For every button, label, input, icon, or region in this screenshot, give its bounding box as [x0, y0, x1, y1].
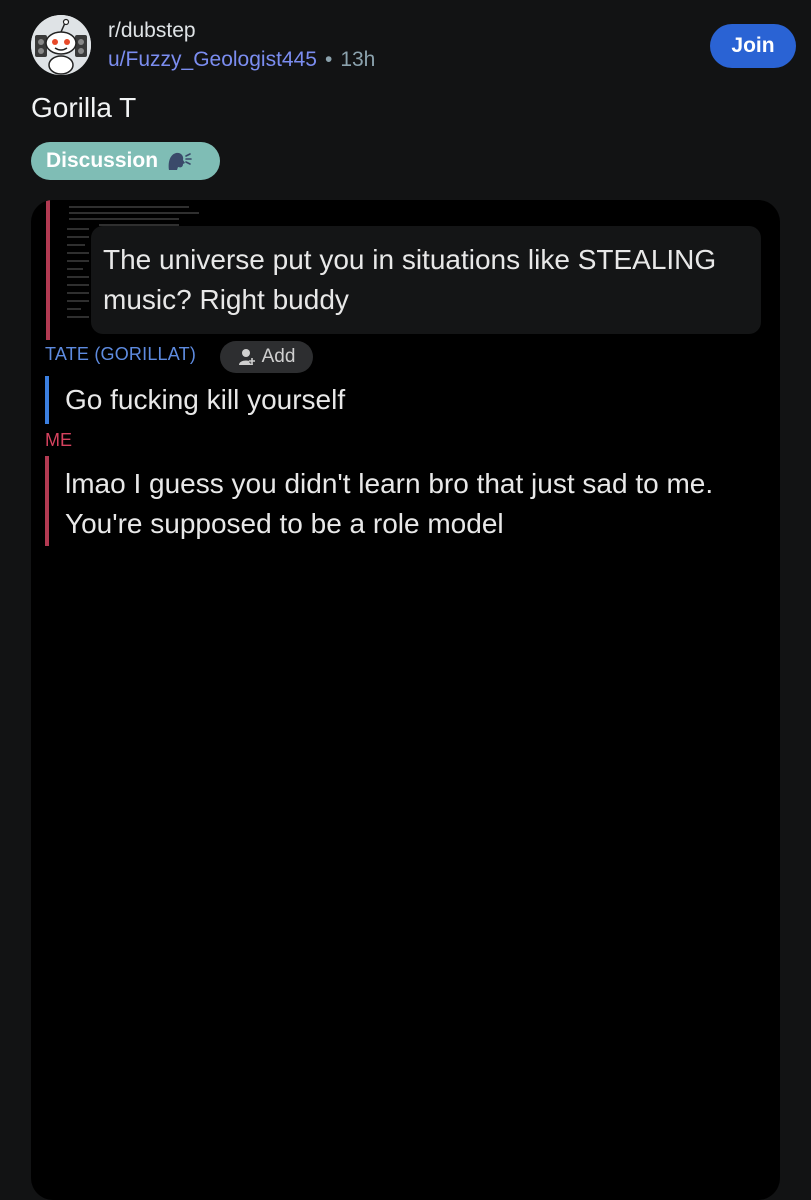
post-flair[interactable]: Discussion — [31, 142, 220, 180]
author-username[interactable]: u/Fuzzy_Geologist445 — [108, 48, 317, 71]
sender-me-label: ME — [45, 430, 72, 450]
subreddit-avatar[interactable] — [31, 15, 91, 75]
subreddit-name[interactable]: r/dubstep — [108, 18, 375, 44]
speaking-head-icon — [166, 149, 192, 173]
author-line: u/Fuzzy_Geologist445 • 13h — [108, 46, 375, 74]
me-message: lmao I guess you didn't learn bro that j… — [65, 468, 714, 539]
add-friend-chip: Add — [220, 341, 313, 373]
tate-message: Go fucking kill yourself — [65, 384, 346, 415]
post-age: 13h — [340, 48, 376, 71]
post-image[interactable]: The universe put you in situations like … — [31, 200, 780, 1200]
add-friend-icon — [238, 349, 255, 365]
blurred-text-side — [67, 222, 89, 324]
post-meta: r/dubstep u/Fuzzy_Geologist445 • 13h — [108, 18, 375, 74]
post-title[interactable]: Gorilla T — [31, 92, 136, 124]
flair-label: Discussion — [46, 149, 159, 172]
sender-tate-label: TATE (GORILLAT) — [45, 344, 197, 364]
me-message-bar — [45, 456, 49, 546]
tate-message-bar — [45, 376, 49, 424]
quote-bar — [46, 200, 50, 340]
add-label: Add — [261, 346, 296, 367]
snoo-avatar-icon — [31, 15, 91, 75]
quoted-message: The universe put you in situations like … — [91, 226, 761, 334]
meta-separator: • — [324, 48, 333, 71]
join-button[interactable]: Join — [710, 24, 796, 68]
